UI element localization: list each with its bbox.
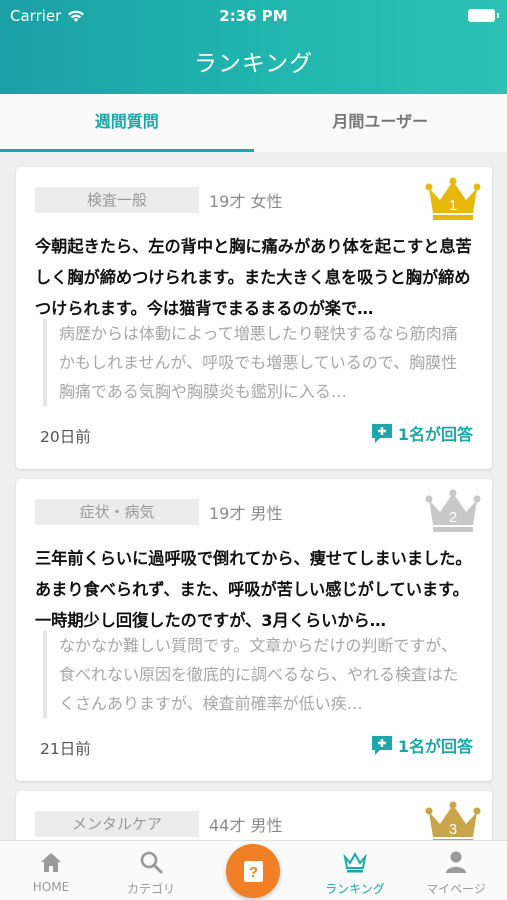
person-icon xyxy=(446,851,466,873)
user-demographic: 19才 男性 xyxy=(209,504,283,523)
category-tag: 症状・病気 xyxy=(35,499,199,525)
question-icon: ? xyxy=(244,861,263,882)
category-tag: 検査一般 xyxy=(35,187,199,213)
user-demographic: 19才 女性 xyxy=(209,192,283,211)
answer-preview: なかなか難しい質問です。文章からだけの判断ですが、食べれない原因を徹底的に調べる… xyxy=(43,631,463,718)
post-date: 21日前 xyxy=(40,740,91,758)
rank-number: 2 xyxy=(449,509,457,526)
question-text: 今朝起きたら、左の背中と胸に痛みがあり体を起こすと息苦しく胸が締めつけられます。… xyxy=(35,237,472,318)
rank-crown-icon: 1 xyxy=(425,177,481,220)
status-time: 2:36 PM xyxy=(219,7,288,25)
bottom-nav: HOME カテゴリ ? ランキング マイページ xyxy=(0,840,507,900)
status-bar: Carrier 2:36 PM xyxy=(0,5,507,27)
answer-count-label: 1名が回答 xyxy=(397,737,473,756)
answer-count[interactable]: 1名が回答 xyxy=(370,421,473,445)
nav-category-label: カテゴリ xyxy=(126,882,175,896)
nav-home[interactable]: HOME xyxy=(11,849,91,894)
home-icon xyxy=(41,853,61,872)
tab-weekly-questions[interactable]: 週間質問 xyxy=(0,94,254,152)
question-card[interactable]: 症状・病気 19才 男性 2 三年前くらいに過呼吸で倒れてから、痩せてしまいまし… xyxy=(16,479,492,781)
ask-question-button[interactable]: ? xyxy=(226,844,280,898)
question-card[interactable]: 検査一般 19才 女性 1 今朝起きたら、左の背中と胸に痛みがあり体を起こすと息… xyxy=(16,167,492,469)
search-icon xyxy=(140,851,163,874)
ranking-tabs: 週間質問 月間ユーザー xyxy=(0,94,507,152)
nav-mypage-label: マイページ xyxy=(426,882,486,896)
answer-preview: 病歴からは体動によって増悪したり軽快するなら筋肉痛かもしれませんが、呼吸でも増悪… xyxy=(43,319,463,406)
app-header: Carrier 2:36 PM ランキング xyxy=(0,0,507,94)
answer-count-label: 1名が回答 xyxy=(397,425,473,444)
post-date: 20日前 xyxy=(40,428,91,446)
nav-mypage[interactable]: マイページ xyxy=(416,849,496,897)
rank-number: 3 xyxy=(449,821,457,838)
rank-number: 1 xyxy=(449,197,457,214)
page-title: ランキング xyxy=(193,51,314,77)
answer-bubble-icon xyxy=(371,736,392,755)
nav-category[interactable]: カテゴリ xyxy=(111,849,191,897)
tab-monthly-users[interactable]: 月間ユーザー xyxy=(254,94,507,152)
nav-ranking-label: ランキング xyxy=(325,882,385,896)
question-text: 三年前くらいに過呼吸で倒れてから、痩せてしまいました。あまり食べられず、また、呼… xyxy=(35,549,472,630)
crown-icon xyxy=(343,851,367,873)
rank-crown-icon: 2 xyxy=(425,489,481,532)
nav-ranking[interactable]: ランキング xyxy=(315,849,395,897)
battery-icon xyxy=(468,9,499,22)
answer-count[interactable]: 1名が回答 xyxy=(370,733,473,757)
category-tag: メンタルケア xyxy=(35,811,199,837)
nav-home-label: HOME xyxy=(32,880,70,894)
answer-bubble-icon xyxy=(371,424,392,443)
svg-text:?: ? xyxy=(249,864,258,881)
user-demographic: 44才 男性 xyxy=(209,816,283,835)
